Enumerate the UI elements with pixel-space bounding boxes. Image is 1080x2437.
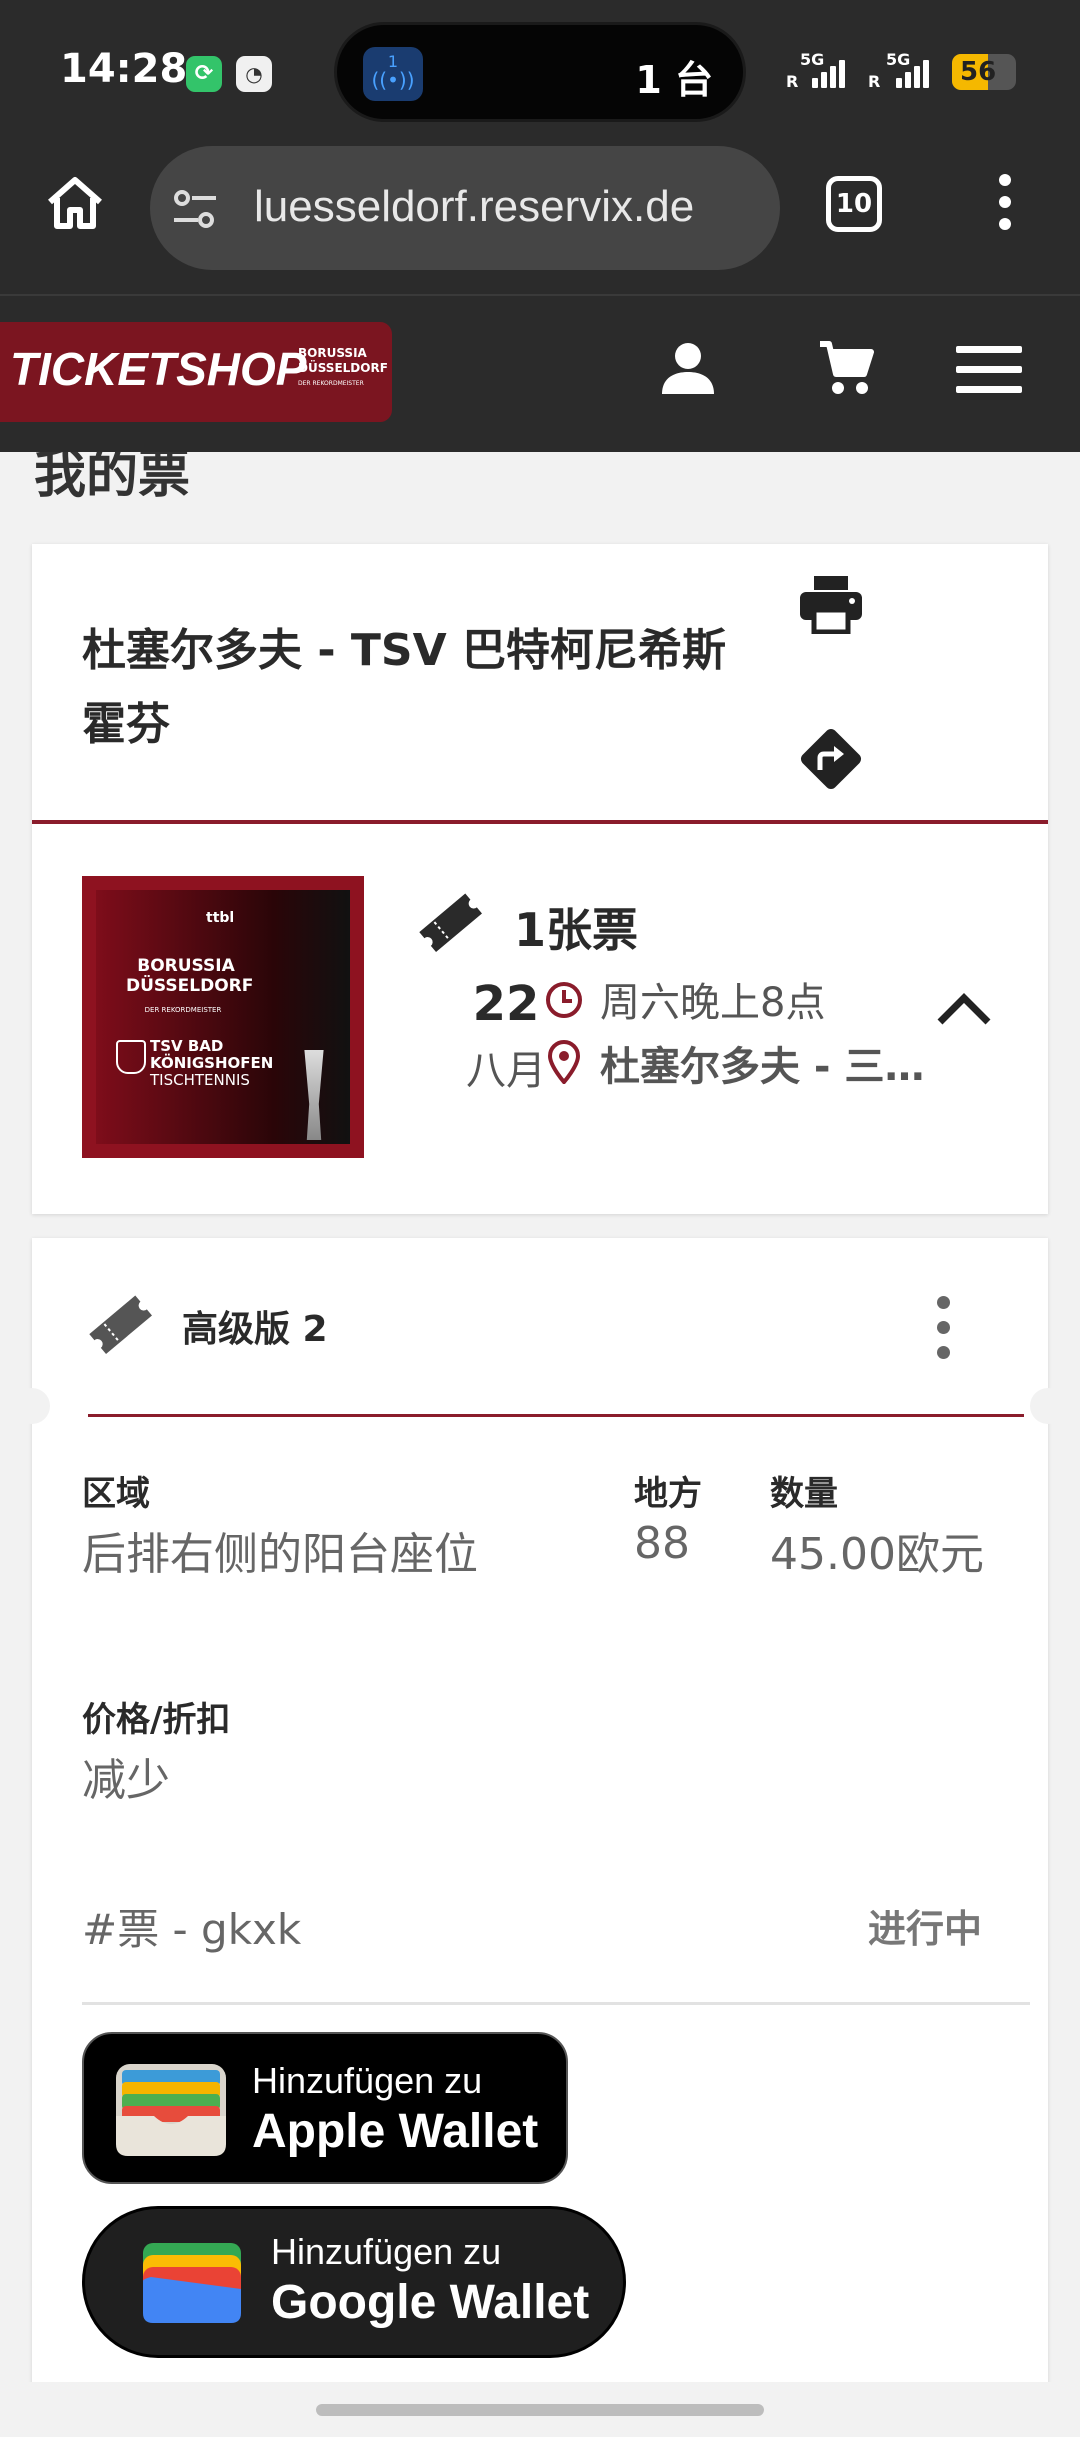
print-icon[interactable]: [798, 574, 864, 634]
account-icon[interactable]: [660, 340, 716, 396]
event-card: 杜塞尔多夫 - TSV 巴特柯尼希斯霍芬 ttbl BORUSSIA DÜSSE…: [32, 544, 1048, 1214]
browser-toolbar: luesseldorf.reservix.de 10: [0, 140, 1080, 296]
clock-time: 14:28: [60, 46, 188, 92]
apple-wallet-top-label: Hinzufügen zu: [252, 2060, 483, 2101]
home-icon[interactable]: [42, 170, 108, 236]
browser-menu-icon[interactable]: [990, 174, 1020, 234]
divider: [88, 1414, 1024, 1417]
island-text: 1 台: [635, 58, 713, 102]
logo-club-name: BORUSSIA DÜSSELDORF DER REKORDMEISTER: [298, 346, 388, 387]
place-value: 88: [634, 1518, 690, 1569]
site-header: TICKETSHOP BORUSSIA DÜSSELDORF DER REKOR…: [0, 296, 1080, 452]
hamburger-menu-icon[interactable]: [956, 346, 1022, 394]
event-poster-image[interactable]: ttbl BORUSSIA DÜSSELDORF DER REKORDMEIST…: [82, 876, 364, 1158]
address-bar[interactable]: luesseldorf.reservix.de: [150, 146, 780, 270]
ticket-category: 高级版 2: [182, 1309, 328, 1350]
event-venue[interactable]: 杜塞尔多夫 - 三…: [600, 1034, 960, 1092]
poster-crest-icon: [116, 1040, 146, 1074]
poster-team2: TSV BAD KÖNIGSHOFEN TISCHTENNIS: [150, 1037, 274, 1089]
cart-icon[interactable]: [818, 338, 874, 396]
price-label: 价格/折扣: [82, 1700, 231, 1740]
place-label: 地方: [634, 1474, 702, 1514]
ticket-icon: [89, 1295, 152, 1355]
site-settings-icon[interactable]: [172, 186, 218, 232]
ticket-icon: [419, 893, 482, 953]
location-pin-icon: [547, 1040, 581, 1084]
roaming-label-2: R: [868, 72, 881, 91]
divider: [82, 2002, 1030, 2005]
add-to-apple-wallet-button[interactable]: Hinzufügen zu Apple Wallet: [82, 2032, 568, 2184]
logo-text: TICKETSHOP: [10, 343, 307, 395]
broadcast-icon: 1 ((•)): [363, 47, 423, 101]
price-value: 减少: [82, 1755, 170, 1806]
app-notification-icon-2: ◔: [236, 56, 272, 92]
chevron-up-icon[interactable]: [932, 986, 996, 1034]
amount-label: 数量: [770, 1474, 838, 1514]
event-title: 杜塞尔多夫 - TSV 巴特柯尼希斯霍芬: [82, 625, 726, 750]
status-badge: 进行中: [868, 1907, 983, 1951]
gesture-handle[interactable]: [316, 2404, 764, 2416]
ticketshop-logo[interactable]: TICKETSHOP BORUSSIA DÜSSELDORF DER REKOR…: [0, 322, 392, 422]
poster-team1-sub: DER REKORDMEISTER: [144, 1006, 222, 1014]
poster-team1: BORUSSIA DÜSSELDORF: [126, 956, 254, 996]
add-to-google-wallet-button[interactable]: Hinzufügen zu Google Wallet: [82, 2206, 626, 2358]
ticket-id: #票 - gkxk: [82, 1905, 302, 1954]
area-value: 后排右侧的阳台座位: [82, 1529, 478, 1580]
ticket-notch-left: [14, 1388, 50, 1424]
amount-value: 45.00欧元: [770, 1529, 984, 1580]
dynamic-island[interactable]: 1 ((•)) 1 台: [334, 22, 746, 122]
battery-icon: 56: [952, 54, 1016, 90]
url-text[interactable]: luesseldorf.reservix.de: [254, 182, 694, 232]
apple-wallet-icon: [116, 2064, 226, 2156]
google-wallet-icon: [143, 2243, 241, 2323]
roaming-label-1: R: [786, 72, 799, 91]
google-wallet-label: Google Wallet: [271, 2276, 590, 2329]
clock-icon: [546, 982, 582, 1018]
area-label: 区域: [82, 1474, 150, 1514]
divider: [32, 820, 1048, 824]
signal-bars-icon-1: [812, 58, 845, 88]
battery-level: 56: [960, 57, 997, 87]
system-navigation-bar: [0, 2382, 1080, 2437]
ticket-count: 1张票: [514, 903, 639, 957]
ticket-notch-right: [1030, 1388, 1066, 1424]
app-notification-icon: ⟳: [186, 56, 222, 92]
signal-bars-icon-2: [896, 58, 929, 88]
poster-league-logo: ttbl: [206, 910, 235, 926]
ticket-options-icon[interactable]: [928, 1296, 958, 1362]
tab-switcher-button[interactable]: 10: [826, 176, 882, 232]
event-time: 周六晚上8点: [600, 980, 826, 1026]
google-wallet-top-label: Hinzufügen zu: [271, 2231, 502, 2272]
ticket-card: 高级版 2 区域 后排右侧的阳台座位 地方 88 数量 45.00欧元 价格/折…: [14, 1238, 1066, 2398]
apple-wallet-label: Apple Wallet: [252, 2105, 539, 2158]
poster-trophy-icon: [304, 1050, 324, 1140]
status-bar: 14:28 ⟳ ◔ 1 ((•)) 1 台 5G R 5G R 56: [0, 0, 1080, 140]
directions-icon[interactable]: [796, 724, 866, 794]
